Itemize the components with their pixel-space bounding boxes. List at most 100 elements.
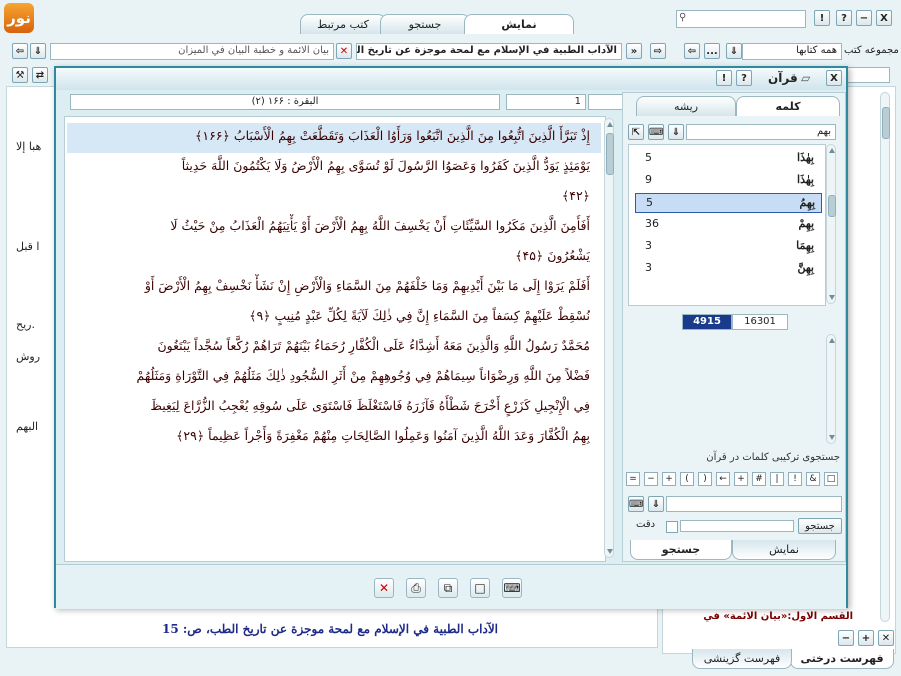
operator-button[interactable]: ( (680, 472, 694, 486)
stats-total: 16301 (732, 314, 788, 330)
cancel-icon[interactable]: ✕ (374, 578, 394, 598)
verse-line[interactable]: فِي الْإِنْجِيلِ كَزَرْعٍ أَخْرَجَ شَطْأ… (68, 394, 590, 418)
verse-line[interactable]: إِذْ تَبَرَّأَ الَّذِينَ اتُّبِعُوا مِنَ… (68, 124, 590, 148)
combo-keyboard-icon[interactable]: ⌨ (628, 496, 644, 512)
minimize-button[interactable]: − (856, 10, 872, 26)
verse-line[interactable]: مُحَمَّدٌ رَسُولُ اللَّهِ وَالَّذِينَ مَ… (68, 334, 590, 358)
tree-zoom-in[interactable]: + (858, 630, 874, 646)
tab-selective-index[interactable]: فهرست گزینشی (692, 649, 792, 669)
tab-related-books[interactable]: کتب مرتبط (300, 14, 386, 34)
combo-search-button[interactable]: جستجو (798, 518, 842, 534)
tab-tree-index[interactable]: فهرست درختی (790, 649, 894, 669)
help-tip-button[interactable]: ! (814, 10, 830, 26)
operator-button[interactable]: − (644, 472, 658, 486)
keyboard-icon[interactable]: ⌨ (648, 124, 664, 140)
global-search-input[interactable]: ⚲ (676, 10, 806, 28)
exact-label: دقت (636, 519, 656, 530)
help-button[interactable]: ? (836, 10, 852, 26)
verse-line[interactable]: يَوْمَئِذٍ يَوَدُّ الَّذِينَ كَفَرُوا وَ… (68, 154, 590, 178)
dialog-help-button[interactable]: ? (736, 70, 752, 86)
exact-checkbox[interactable] (666, 521, 678, 533)
word-list-item[interactable]: بِهٰذَا 5 (635, 149, 820, 167)
tab-root[interactable]: ریشه (636, 96, 736, 116)
app-logo: نور (4, 3, 34, 33)
word-list-item[interactable]: بِهٰذَا 9 (635, 171, 820, 189)
close-tab-icon[interactable]: ✕ (336, 43, 352, 59)
operator-button[interactable]: ) (698, 472, 712, 486)
sort-icon[interactable]: ⇓ (30, 43, 46, 59)
word-list-item-selected[interactable]: بِهِمُ 5 (635, 193, 822, 213)
books-collection-dropdown[interactable]: همه کتابها (742, 43, 842, 60)
tree-zoom-out[interactable]: − (838, 630, 854, 646)
bg-text-fragment: هبا إلا (16, 140, 42, 153)
verse-line[interactable]: أَفَأَمِنَ الَّذِينَ مَكَرُوا السَّيِّئَ… (68, 214, 590, 238)
current-book-field[interactable]: الآداب الطبية في الإسلام مع لمحة موجزة ع… (356, 43, 622, 60)
dialog-close-button[interactable]: X (826, 70, 842, 86)
sura-reference-field[interactable]: (۲) البقرة : ۱۶۶ (70, 94, 500, 110)
export-icon[interactable]: ⇄ (32, 67, 48, 83)
operator-row: □ & ! | # + ← ) ( + − = (626, 472, 842, 488)
quran-book-icon: ▱ (801, 71, 811, 85)
bg-text-fragment: روش (16, 350, 41, 363)
close-button[interactable]: X (876, 10, 892, 26)
tree-close[interactable]: ✕ (878, 630, 894, 646)
verse-line[interactable]: نُسْقِطْ عَلَيْهِمْ كِسَفاً مِنَ السَّمَ… (68, 304, 590, 328)
next-book-field[interactable]: بيان الائمة و خطبة البيان في الميزان (50, 43, 334, 60)
tool-icon[interactable]: ⚒ (12, 67, 28, 83)
word-list-scrollbar[interactable] (826, 144, 836, 304)
operator-button[interactable]: = (626, 472, 640, 486)
word-list-item[interactable]: بِهِنَّ 3 (635, 259, 820, 277)
word-list-item[interactable]: بِهِمَا 3 (635, 237, 820, 255)
forward-arrow-icon[interactable]: ⇨ (650, 43, 666, 59)
back-arrow-icon[interactable]: ⇦ (12, 43, 28, 59)
operator-button[interactable]: □ (824, 472, 838, 486)
combo-search-progress (680, 520, 794, 532)
operator-button[interactable]: + (734, 472, 748, 486)
stats-scrollbar[interactable] (826, 334, 836, 444)
verse-line[interactable]: يَشْعُرُونَ ﴿۴۵﴾ (68, 244, 590, 268)
tab-panel-search[interactable]: جستجو (630, 540, 732, 560)
copy-icon[interactable]: ⧉ (438, 578, 458, 598)
dropdown-arrow-icon[interactable]: ⇓ (726, 43, 742, 59)
stats-selected: 4915 (682, 314, 732, 330)
print-icon[interactable]: ⎙ (406, 578, 426, 598)
operator-button[interactable]: + (662, 472, 676, 486)
clear-icon[interactable]: ⇱ (628, 124, 644, 140)
dialog-tip-button[interactable]: ! (716, 70, 732, 86)
insert-icon[interactable]: ⌨ (502, 578, 522, 598)
operator-button[interactable]: # (752, 472, 766, 486)
word-list-item[interactable]: بِهِمْ 36 (635, 215, 820, 233)
tree-scrollbar[interactable] (880, 92, 890, 622)
tab-search[interactable]: جستجو (380, 14, 470, 34)
operator-button[interactable]: ! (788, 472, 802, 486)
verse-line[interactable]: ﴿۴۲﴾ (68, 184, 590, 208)
tree-item[interactable]: القسم الاول:«بيان الائمة» في (703, 611, 853, 622)
left-filter-input[interactable] (846, 67, 890, 83)
verse-line[interactable]: فَضْلاً مِنَ اللَّهِ وَرِضْوَاناً سِيمَا… (68, 364, 591, 388)
verse-scrollbar[interactable] (604, 118, 614, 558)
dialog-title: قرآن (768, 71, 798, 85)
page-icon[interactable]: □ (470, 578, 490, 598)
quran-dialog: قرآن ▱ X ? ! 5 1 (۲) البقرة : ۱۶۶ إِذْ ت… (54, 66, 848, 609)
tab-display[interactable]: نمایش (464, 14, 574, 34)
more-button[interactable]: ... (704, 43, 720, 59)
sort-down-icon[interactable]: ⇓ (668, 124, 684, 140)
tab-word[interactable]: کلمه (736, 96, 840, 116)
operator-button[interactable]: & (806, 472, 820, 486)
verse-line[interactable]: بِهِمُ الْكُفَّارَ وَعَدَ اللَّهُ الَّذِ… (68, 424, 590, 448)
search-icon: ⚲ (679, 12, 687, 23)
combo-sort-icon[interactable]: ⇓ (648, 496, 664, 512)
combo-search-input[interactable] (666, 496, 842, 512)
bg-text-fragment: البهم (16, 420, 39, 433)
word-input[interactable]: بهم (686, 124, 836, 140)
verse-line[interactable]: أَفَلَمْ يَرَوْا إِلَى مَا بَيْنَ أَيْدِ… (68, 274, 590, 298)
combo-search-title: جستجوی ترکیبی کلمات در قرآن (706, 452, 840, 463)
tab-panel-display[interactable]: نمایش (732, 540, 836, 560)
back-nav-icon[interactable]: ⇦ (684, 43, 700, 59)
page-number-field[interactable]: 1 (506, 94, 586, 110)
operator-button[interactable]: ← (716, 472, 730, 486)
book-page-footer: الآداب الطبية في الإسلام مع لمحة موجزة ع… (161, 622, 499, 636)
chevron-right-icon[interactable]: » (626, 43, 642, 59)
operator-button[interactable]: | (770, 472, 784, 486)
books-collection-label: مجموعه کتب (844, 45, 899, 56)
